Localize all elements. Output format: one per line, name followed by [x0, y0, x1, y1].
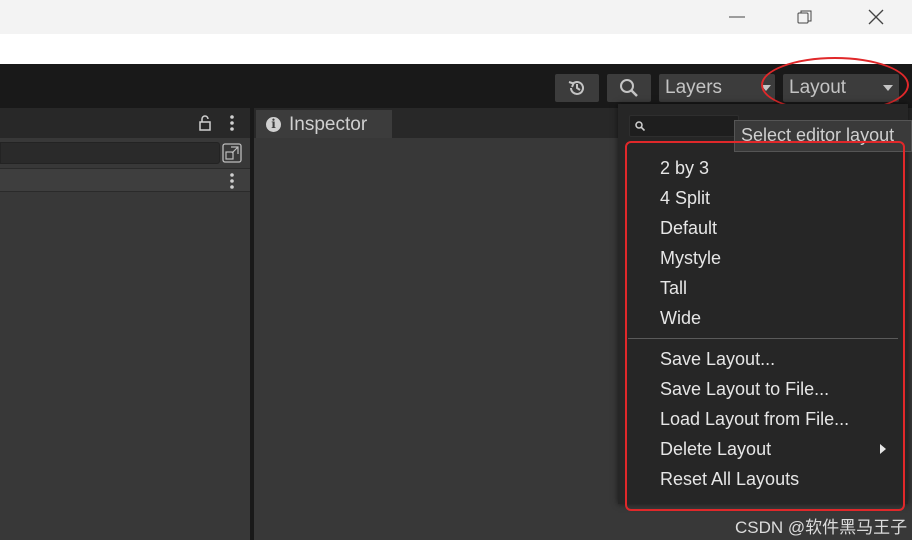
info-icon: i — [266, 117, 281, 132]
layers-dropdown[interactable]: Layers — [659, 74, 775, 102]
hierarchy-search-input[interactable] — [0, 142, 220, 164]
lock-icon[interactable] — [198, 115, 212, 131]
maximize-icon[interactable] — [222, 143, 242, 163]
menu-bar — [0, 34, 912, 64]
restore-button[interactable] — [782, 0, 828, 34]
close-button[interactable] — [853, 0, 899, 34]
minimize-icon — [729, 16, 745, 18]
inspector-tab-label: Inspector — [289, 114, 368, 135]
minimize-button[interactable] — [714, 0, 760, 34]
more-options-icon[interactable] — [229, 114, 235, 132]
watermark-text: CSDN @软件黑马王子 — [735, 518, 908, 537]
window-titlebar — [0, 0, 912, 34]
search-button[interactable] — [607, 74, 651, 102]
highlight-rectangle — [625, 141, 905, 511]
hierarchy-header — [0, 108, 250, 138]
layout-menu-search-input[interactable] — [629, 115, 739, 137]
layers-dropdown-label: Layers — [665, 77, 723, 98]
close-icon — [868, 9, 884, 25]
search-icon — [635, 121, 645, 131]
more-options-icon[interactable] — [229, 172, 235, 190]
search-icon — [620, 79, 638, 97]
history-icon — [568, 80, 584, 95]
hierarchy-scene-row — [0, 168, 250, 192]
tab-inspector[interactable]: i Inspector — [256, 110, 392, 138]
restore-icon — [797, 10, 812, 24]
undo-history-button[interactable] — [555, 74, 599, 102]
